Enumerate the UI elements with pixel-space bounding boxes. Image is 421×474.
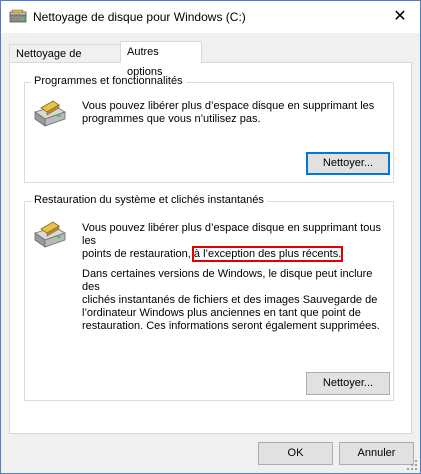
restore-cleanup-button[interactable]: Nettoyer... (306, 372, 390, 395)
cancel-button[interactable]: Annuler (339, 442, 414, 465)
programs-group: Programmes et fonctionnalités Vous pouve… (24, 75, 394, 183)
restore-line-2-prefix: points de restauration, (82, 248, 194, 260)
restore-highlight: à l’exception des plus récents. (191, 246, 344, 262)
disk-cleanup-icon (9, 9, 27, 23)
restore-info-line-2: clichés instantanés de fichiers et des i… (82, 294, 378, 306)
tab-panel: Programmes et fonctionnalités Vous pouve… (9, 62, 412, 434)
tab-more-options[interactable]: Autres options (120, 41, 202, 78)
disk-cleanup-window: Nettoyage de disque pour Windows (C:) ✕ … (0, 0, 421, 474)
restore-group-title: Restauration du système et clichés insta… (31, 194, 267, 206)
programs-line-2: programmes que vous n’utilisez pas. (82, 113, 261, 125)
restore-info-line-1: Dans certaines versions de Windows, le d… (82, 268, 373, 293)
programs-cleanup-button[interactable]: Nettoyer... (306, 152, 390, 175)
restore-info-line-4: restauration. Ces informations seront ég… (82, 320, 380, 332)
restore-description: Vous pouvez libérer plus d’espace disque… (82, 222, 393, 262)
restore-group: Restauration du système et clichés insta… (24, 194, 394, 401)
close-icon: ✕ (393, 8, 407, 25)
tab-strip: Nettoyage de disque Autres options (9, 41, 411, 78)
ok-button[interactable]: OK (258, 442, 333, 465)
close-button[interactable]: ✕ (380, 1, 420, 33)
hard-drive-restore-icon (34, 221, 66, 248)
restore-info-line-3: l’ordinateur Windows plus anciennes en t… (82, 307, 361, 319)
programs-description: Vous pouvez libérer plus d’espace disque… (82, 100, 374, 126)
restore-line-1: Vous pouvez libérer plus d’espace disque… (82, 222, 382, 247)
title-bar[interactable]: Nettoyage de disque pour Windows (C:) ✕ (1, 1, 420, 33)
restore-line-2: points de restauration, à l’exception de… (82, 246, 393, 262)
window-title: Nettoyage de disque pour Windows (C:) (33, 10, 246, 24)
tab-disk-cleanup[interactable]: Nettoyage de disque (9, 44, 121, 78)
restore-info: Dans certaines versions de Windows, le d… (82, 268, 393, 333)
hard-drive-programs-icon (34, 100, 66, 127)
programs-line-1: Vous pouvez libérer plus d’espace disque… (82, 100, 375, 112)
resize-grip-icon[interactable] (406, 459, 418, 471)
